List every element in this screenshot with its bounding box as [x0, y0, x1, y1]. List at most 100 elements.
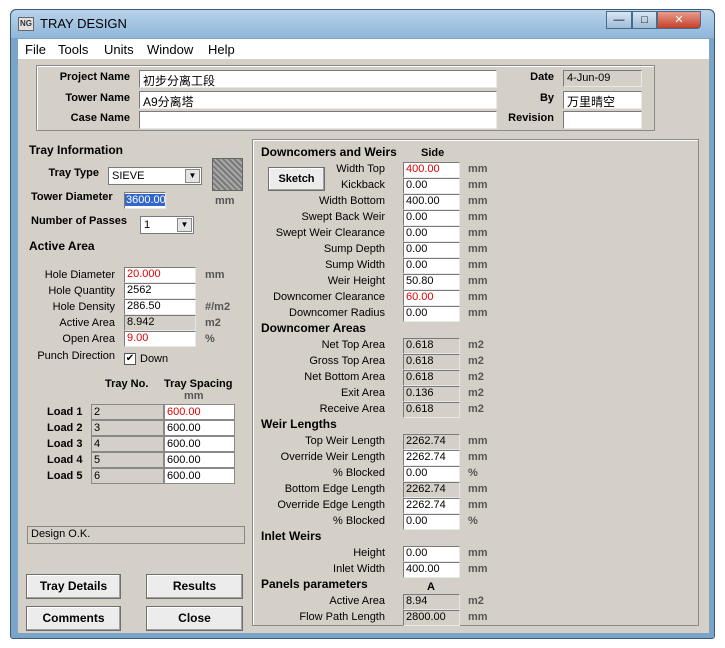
- punch-down-checkbox[interactable]: ✔: [124, 353, 136, 365]
- dc_areas-row-label: Gross Top Area: [309, 355, 385, 367]
- weir-lengths-row-unit: mm: [468, 499, 488, 511]
- downcomers-row-value[interactable]: 60.00: [403, 290, 460, 306]
- app-icon: NG: [18, 17, 34, 31]
- active-area-row-label: Open Area: [62, 333, 115, 345]
- close-window-button[interactable]: ✕: [657, 11, 701, 29]
- load-tray-no: 3: [91, 420, 164, 436]
- load-tray-spacing[interactable]: 600.00: [164, 436, 235, 452]
- downcomers-row-value[interactable]: 400.00: [403, 162, 460, 178]
- inlet-weirs-title: Inlet Weirs: [261, 529, 322, 543]
- menu-file[interactable]: File: [25, 42, 46, 57]
- tray-type-label: Tray Type: [48, 167, 99, 179]
- tray-spacing-header: Tray Spacing: [164, 378, 233, 390]
- downcomers-row-value[interactable]: 0.00: [403, 306, 460, 322]
- chevron-down-icon[interactable]: ▼: [185, 169, 200, 183]
- by-input[interactable]: 万里晴空: [563, 91, 642, 109]
- load-tray-spacing[interactable]: 600.00: [164, 468, 235, 484]
- active-area-row-value[interactable]: 286.50: [124, 299, 196, 315]
- case-name-input[interactable]: [139, 111, 497, 129]
- downcomers-row-value[interactable]: 0.00: [403, 226, 460, 242]
- dc_areas-row-value: 0.618: [403, 402, 460, 418]
- load-tray-spacing[interactable]: 600.00: [164, 420, 235, 436]
- passes-label: Number of Passes: [31, 215, 127, 227]
- downcomers-row-unit: mm: [468, 243, 488, 255]
- inlet_weirs-row-label: Height: [353, 547, 385, 559]
- punch-down-label: Down: [140, 353, 169, 365]
- active-area-row-value[interactable]: 9.00: [124, 331, 196, 347]
- menu-tools[interactable]: Tools: [58, 42, 88, 57]
- downcomers-row-value[interactable]: 0.00: [403, 258, 460, 274]
- inlet_weirs-row-value[interactable]: 400.00: [403, 562, 460, 578]
- active-area-row-label: Hole Quantity: [48, 285, 115, 297]
- load-tray-spacing[interactable]: 600.00: [164, 404, 235, 420]
- downcomers-row-unit: mm: [468, 163, 488, 175]
- dc_areas-row-label: Exit Area: [340, 387, 385, 399]
- tower-diameter-input[interactable]: 3600.00: [124, 192, 166, 209]
- downcomers-row-label: Sump Width: [325, 259, 385, 271]
- downcomers-row-value[interactable]: 0.00: [403, 210, 460, 226]
- panels-col-header: A: [427, 581, 435, 593]
- close-button[interactable]: Close: [146, 606, 243, 631]
- passes-select[interactable]: 1 ▼: [140, 216, 194, 234]
- tray-details-button[interactable]: Tray Details: [26, 574, 121, 599]
- case-name-label: Case Name: [70, 112, 130, 124]
- load-tray-spacing[interactable]: 600.00: [164, 452, 235, 468]
- tray-type-select[interactable]: SIEVE ▼: [108, 167, 202, 185]
- menu-bar: File Tools Units Window Help: [18, 39, 709, 59]
- active-area-row-value[interactable]: 2562: [124, 283, 196, 299]
- active-area-row-unit: %: [205, 333, 215, 345]
- tower-name-input[interactable]: A9分离塔: [139, 91, 497, 109]
- punch-direction-label: Punch Direction: [37, 350, 115, 362]
- minimize-button[interactable]: —: [606, 11, 632, 29]
- downcomers-title: Downcomers and Weirs: [261, 145, 397, 159]
- load-tray-no: 4: [91, 436, 164, 452]
- dc_areas-row-unit: m2: [468, 355, 484, 367]
- downcomers-row-label: Width Bottom: [318, 195, 385, 207]
- downcomers-row-label: Weir Height: [327, 275, 385, 287]
- panels-row-label: Active Area: [329, 595, 385, 607]
- downcomers-row-label: Swept Back Weir: [301, 211, 385, 223]
- dc_areas-row-unit: m2: [468, 387, 484, 399]
- weir-lengths-row-value[interactable]: 0.00: [403, 514, 460, 530]
- load-row-label: Load 2: [47, 422, 83, 434]
- weir-lengths-row-value[interactable]: 2262.74: [403, 498, 460, 514]
- maximize-button[interactable]: □: [632, 11, 657, 29]
- results-button[interactable]: Results: [146, 574, 243, 599]
- date-field: 4-Jun-09: [563, 70, 642, 87]
- downcomers-row-value[interactable]: 0.00: [403, 242, 460, 258]
- downcomers-row-label: Width Top: [336, 163, 385, 175]
- downcomers-row-label: Downcomer Clearance: [273, 291, 385, 303]
- downcomers-row-unit: mm: [468, 195, 488, 207]
- weir-lengths-row-label: Bottom Edge Length: [284, 483, 385, 495]
- active-area-row-label: Active Area: [59, 317, 115, 329]
- downcomers-row-value[interactable]: 0.00: [403, 178, 460, 194]
- main-window: NG TRAY DESIGN — □ ✕ File Tools Units Wi…: [10, 9, 715, 639]
- menu-help[interactable]: Help: [208, 42, 235, 57]
- tower-diameter-label: Tower Diameter: [31, 191, 113, 203]
- diameter-unit: mm: [215, 195, 235, 207]
- project-name-input[interactable]: 初步分离工段: [139, 70, 497, 88]
- downcomers-row-value[interactable]: 50.80: [403, 274, 460, 290]
- load-tray-no: 2: [91, 404, 164, 420]
- menu-window[interactable]: Window: [147, 42, 193, 57]
- inlet_weirs-row-unit: mm: [468, 563, 488, 575]
- panels-title: Panels parameters: [261, 577, 368, 591]
- inlet_weirs-row-value[interactable]: 0.00: [403, 546, 460, 562]
- menu-units[interactable]: Units: [104, 42, 134, 57]
- comments-button[interactable]: Comments: [26, 606, 121, 631]
- downcomers-row-value[interactable]: 400.00: [403, 194, 460, 210]
- downcomers-row-unit: mm: [468, 179, 488, 191]
- dc_areas-row-value: 0.618: [403, 338, 460, 354]
- passes-value: 1: [144, 219, 151, 231]
- active-area-row-label: Hole Density: [52, 301, 115, 313]
- weir-lengths-row-value[interactable]: 2262.74: [403, 450, 460, 466]
- active-area-row-value[interactable]: 20.000: [124, 267, 196, 283]
- dc_areas-row-unit: m2: [468, 339, 484, 351]
- revision-input[interactable]: [563, 111, 642, 129]
- dc-areas-title: Downcomer Areas: [261, 321, 366, 335]
- weir-lengths-row-value[interactable]: 0.00: [403, 466, 460, 482]
- title-bar[interactable]: NG TRAY DESIGN — □ ✕: [11, 10, 714, 38]
- downcomers-row-label: Downcomer Radius: [289, 307, 385, 319]
- active-area-row-label: Hole Diameter: [44, 269, 115, 281]
- chevron-down-icon[interactable]: ▼: [177, 218, 192, 232]
